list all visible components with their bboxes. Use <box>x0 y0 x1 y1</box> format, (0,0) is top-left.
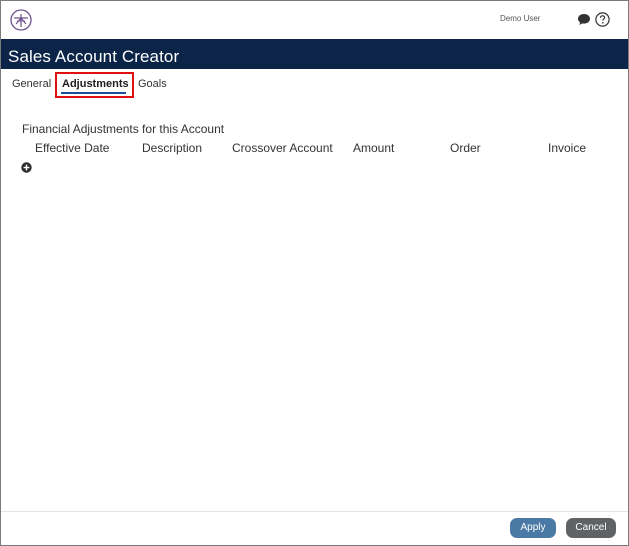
chat-bubble-icon[interactable] <box>577 13 591 26</box>
column-order: Order <box>450 141 481 155</box>
column-crossover-account: Crossover Account <box>232 141 333 155</box>
column-description: Description <box>142 141 203 155</box>
column-effective-date: Effective Date <box>35 141 110 155</box>
user-name[interactable]: Demo User <box>500 14 540 23</box>
cancel-button[interactable]: Cancel <box>566 518 616 538</box>
apply-button[interactable]: Apply <box>510 518 556 538</box>
column-amount: Amount <box>353 141 395 155</box>
tab-goals[interactable]: Goals <box>138 78 167 90</box>
column-invoice: Invoice <box>548 141 587 155</box>
page-title: Sales Account Creator <box>8 47 180 66</box>
highlight-annotation <box>55 72 134 98</box>
app-window: Demo User Sales Account Creator General … <box>0 0 629 546</box>
help-circle-icon[interactable] <box>595 12 610 27</box>
title-bar: Sales Account Creator <box>1 39 628 69</box>
section-title: Financial Adjustments for this Account <box>22 122 225 136</box>
brand-logo-icon[interactable] <box>10 9 32 31</box>
footer-divider <box>1 511 628 512</box>
plus-circle-icon[interactable] <box>21 162 32 173</box>
tab-general[interactable]: General <box>12 78 51 90</box>
top-bar: Demo User <box>1 1 628 38</box>
